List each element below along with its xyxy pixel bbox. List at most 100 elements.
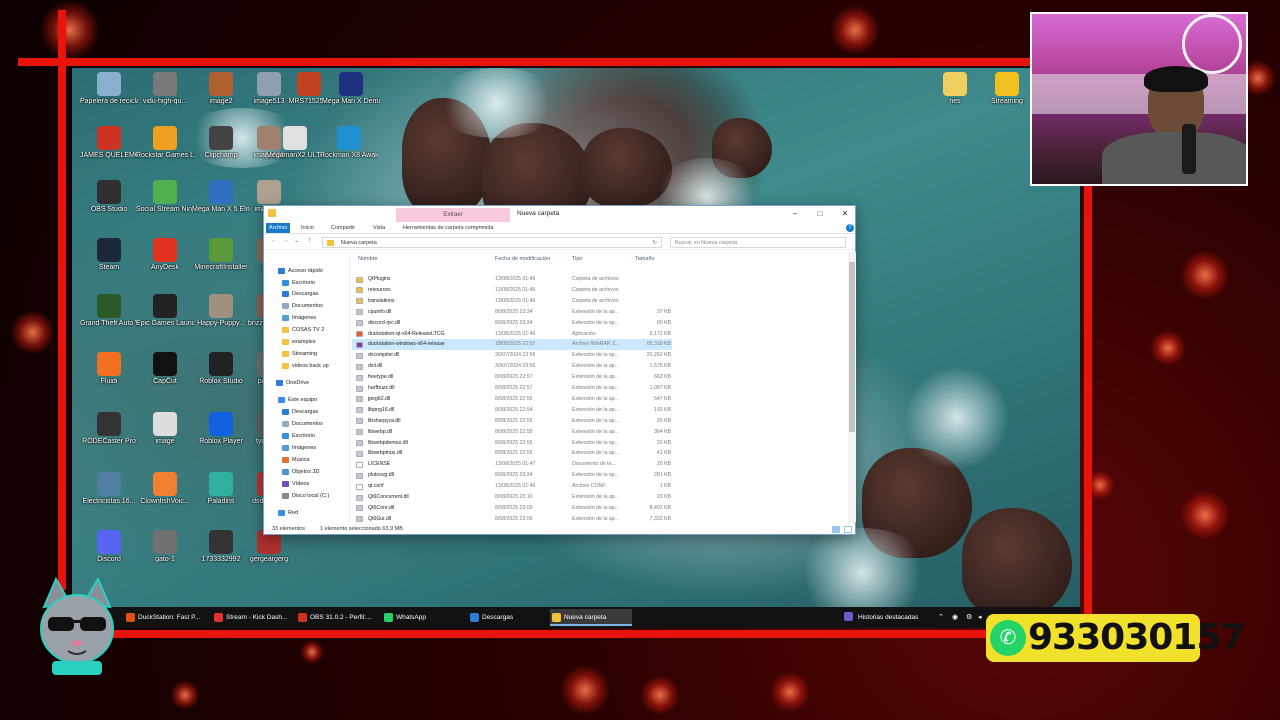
search-input[interactable]: Buscar en Nueva carpeta <box>670 237 846 248</box>
volume-icon[interactable]: ◂ <box>978 609 982 626</box>
tray-chevron-icon[interactable]: ⌃ <box>938 609 944 626</box>
nav-item[interactable]: Vídeos <box>282 479 309 489</box>
forward-arrow-icon[interactable]: → <box>282 237 289 244</box>
file-row[interactable]: cpuinfo.dll 8/08/2025 23:34 Extensión de l… <box>352 307 672 318</box>
address-bar[interactable]: Nueva carpeta ↻ <box>322 237 662 248</box>
title-bar[interactable]: Extraer Nueva carpeta – □ ✕ <box>264 206 855 222</box>
vertical-scrollbar[interactable] <box>848 252 856 522</box>
nav-item[interactable]: Escritorio <box>282 278 315 288</box>
nav-item[interactable]: OneDrive <box>276 378 309 388</box>
taskbar-item[interactable]: Stream - Kick Dash... <box>212 609 292 626</box>
file-row[interactable]: LICENSE 13/08/2025 01:47 Documento de te..… <box>352 459 672 470</box>
news-icon[interactable] <box>844 612 853 621</box>
file-row[interactable]: libwebp.dll 8/08/2025 22:55 Extensión de l… <box>352 427 672 438</box>
taskbar-item[interactable]: Descargas <box>468 609 544 626</box>
file-row[interactable]: plutosvg.dll 8/08/2025 23:34 Extensión de … <box>352 470 672 481</box>
desktop-icon[interactable]: Grand Theft Auto V Legacy <box>80 294 138 328</box>
minimize-button[interactable]: – <box>784 208 806 220</box>
column-name[interactable]: Nombre <box>358 256 378 262</box>
desktop-icon[interactable]: Rockstar Games Launcher <box>136 126 194 160</box>
column-date[interactable]: Fecha de modificación <box>495 256 550 262</box>
nav-item[interactable]: Documentos <box>282 301 323 311</box>
details-view-icon[interactable] <box>832 526 840 533</box>
file-row[interactable]: discord-rpc.dll 8/08/2025 23:34 Extensión … <box>352 318 672 329</box>
nav-item[interactable]: Imágenes <box>282 443 316 453</box>
taskbar-item[interactable]: WhatsApp <box>382 609 462 626</box>
file-row[interactable]: qt.conf 13/08/2025 01:46 Archivo CONF 1 KB <box>352 481 672 492</box>
scroll-thumb[interactable] <box>849 262 855 432</box>
desktop-icon[interactable]: vidu-high-qu... <box>136 72 194 106</box>
file-row[interactable]: jpeg62.dll 8/08/2025 22:55 Extensión de la… <box>352 394 672 405</box>
tab-compartir[interactable]: Compartir <box>328 223 358 233</box>
desktop-icon[interactable]: nes <box>926 72 984 106</box>
desktop-icon[interactable]: Streaming <box>978 72 1036 106</box>
taskbar-item[interactable]: DuckStation: Fast P... <box>124 609 208 626</box>
nav-item[interactable]: Acceso rápido <box>278 266 323 276</box>
desktop-icon[interactable]: gato-1 <box>136 530 194 564</box>
nav-item[interactable]: Música <box>282 455 309 465</box>
taskbar-item[interactable]: Nueva carpeta <box>550 609 632 626</box>
file-row[interactable]: translations 13/08/2025 01:46 Carpeta de a… <box>352 296 672 307</box>
desktop-icon[interactable]: Steam <box>80 238 138 272</box>
file-row[interactable]: resources 13/08/2025 01:46 Carpeta de arch… <box>352 285 672 296</box>
tab-herramientas[interactable]: Herramientas de carpeta comprimida <box>400 223 496 233</box>
desktop-icon[interactable]: Mega Man X Demake (Mo... <box>322 72 380 106</box>
file-row[interactable]: libsharpyuv.dll 8/08/2025 22:55 Extensión … <box>352 416 672 427</box>
nav-item[interactable]: Streaming <box>282 349 317 359</box>
file-row[interactable]: Qt6Gui.dll 8/08/2025 23:09 Extensión de la… <box>352 514 672 522</box>
extract-context-tab[interactable]: Extraer <box>396 208 510 222</box>
file-row[interactable]: libwebpdemux.dll 8/08/2025 22:55 Extensión… <box>352 438 672 449</box>
up-arrow-icon[interactable]: ↑ <box>308 237 312 244</box>
desktop-icon[interactable]: CapCut <box>136 352 194 386</box>
desktop-icon[interactable]: gergeargerg <box>240 530 298 564</box>
network-icon[interactable]: ◉ <box>952 609 958 626</box>
file-row[interactable]: harfbuzz.dll 8/08/2025 22:57 Extensión de … <box>352 383 672 394</box>
file-list[interactable]: Nombre Fecha de modificación Tipo Tamaño… <box>352 252 848 522</box>
file-row[interactable]: dxil.dll 30/07/2024 23:56 Extensión de la … <box>352 361 672 372</box>
recent-chevron-icon[interactable]: ⌄ <box>294 237 299 244</box>
help-icon[interactable]: ? <box>846 224 854 232</box>
desktop-icon[interactable]: JAMES QUELEMO <box>80 126 138 160</box>
desktop-icon[interactable]: RODECaster Pro <box>80 412 138 446</box>
desktop-icon[interactable]: Social Stream Ninja <box>136 180 194 214</box>
file-row[interactable]: dxcompiler.dll 30/07/2024 23:56 Extensión … <box>352 350 672 361</box>
nav-item[interactable]: COSAS TV 2 <box>282 325 324 335</box>
refresh-icon[interactable]: ↻ <box>652 238 657 248</box>
nav-item[interactable]: Objetos 3D <box>282 467 320 477</box>
close-button[interactable]: ✕ <box>834 208 856 220</box>
desktop-icon[interactable]: MegamanX2 ULTIMATE <box>266 126 324 160</box>
file-row[interactable]: freetype.dll 8/08/2025 22:57 Extensión de … <box>352 372 672 383</box>
tab-archivo[interactable]: Archivo <box>266 223 291 233</box>
file-row[interactable]: Qt6Core.dll 8/08/2025 23:09 Extensión de l… <box>352 503 672 514</box>
tiles-view-icon[interactable] <box>844 526 852 533</box>
desktop-icon[interactable]: AnyDesk <box>136 238 194 272</box>
desktop-icon[interactable]: Discord <box>80 530 138 564</box>
column-size[interactable]: Tamaño <box>635 256 655 262</box>
nav-item[interactable]: Descargas <box>282 289 318 299</box>
nav-item[interactable]: Escritorio <box>282 431 315 441</box>
settings-tray-icon[interactable]: ⚙ <box>966 609 972 626</box>
nav-item[interactable]: Imágenes <box>282 313 316 323</box>
file-row[interactable]: libwebpmux.dll 8/08/2025 22:55 Extensión d… <box>352 448 672 459</box>
desktop-icon[interactable]: OBS Studio <box>80 180 138 214</box>
taskbar-item[interactable]: OBS 31.0.2 - Perfil:... <box>296 609 378 626</box>
desktop-icon[interactable]: ClownfishVoic... <box>136 472 194 506</box>
nav-item[interactable]: Red <box>278 508 298 518</box>
desktop-icon[interactable]: Rockman X8 Awakening... <box>320 126 378 160</box>
desktop-icon[interactable]: Fluidi <box>80 352 138 386</box>
file-row[interactable]: duckstation-windows-x64-release 18/08/202… <box>352 339 672 351</box>
file-row[interactable]: QtPlugins 13/08/2025 01:46 Carpeta de arch… <box>352 274 672 285</box>
tab-vista[interactable]: Vista <box>370 223 388 233</box>
nav-item[interactable]: Documentos <box>282 419 323 429</box>
tab-inicio[interactable]: Inicio <box>298 223 317 233</box>
file-explorer-window[interactable]: Extraer Nueva carpeta – □ ✕ Archivo Inic… <box>263 205 856 535</box>
desktop-icon[interactable]: Papelera de reciclaje <box>80 72 138 106</box>
nav-item[interactable]: Disco local (C:) <box>282 491 329 501</box>
nav-item[interactable]: examples <box>282 337 316 347</box>
nav-item[interactable]: Este equipo <box>278 395 317 405</box>
desktop-icon[interactable]: Epic Games Launcher <box>136 294 194 328</box>
file-row[interactable]: Qt6Concurrent.dll 8/08/2025 23:10 Extensió… <box>352 492 672 503</box>
file-row[interactable]: duckstation-qt-x64-ReleaseLTCG 13/08/2025… <box>352 329 672 340</box>
maximize-button[interactable]: □ <box>809 208 831 220</box>
desktop-icon[interactable]: Electricistas 16... <box>80 472 138 506</box>
